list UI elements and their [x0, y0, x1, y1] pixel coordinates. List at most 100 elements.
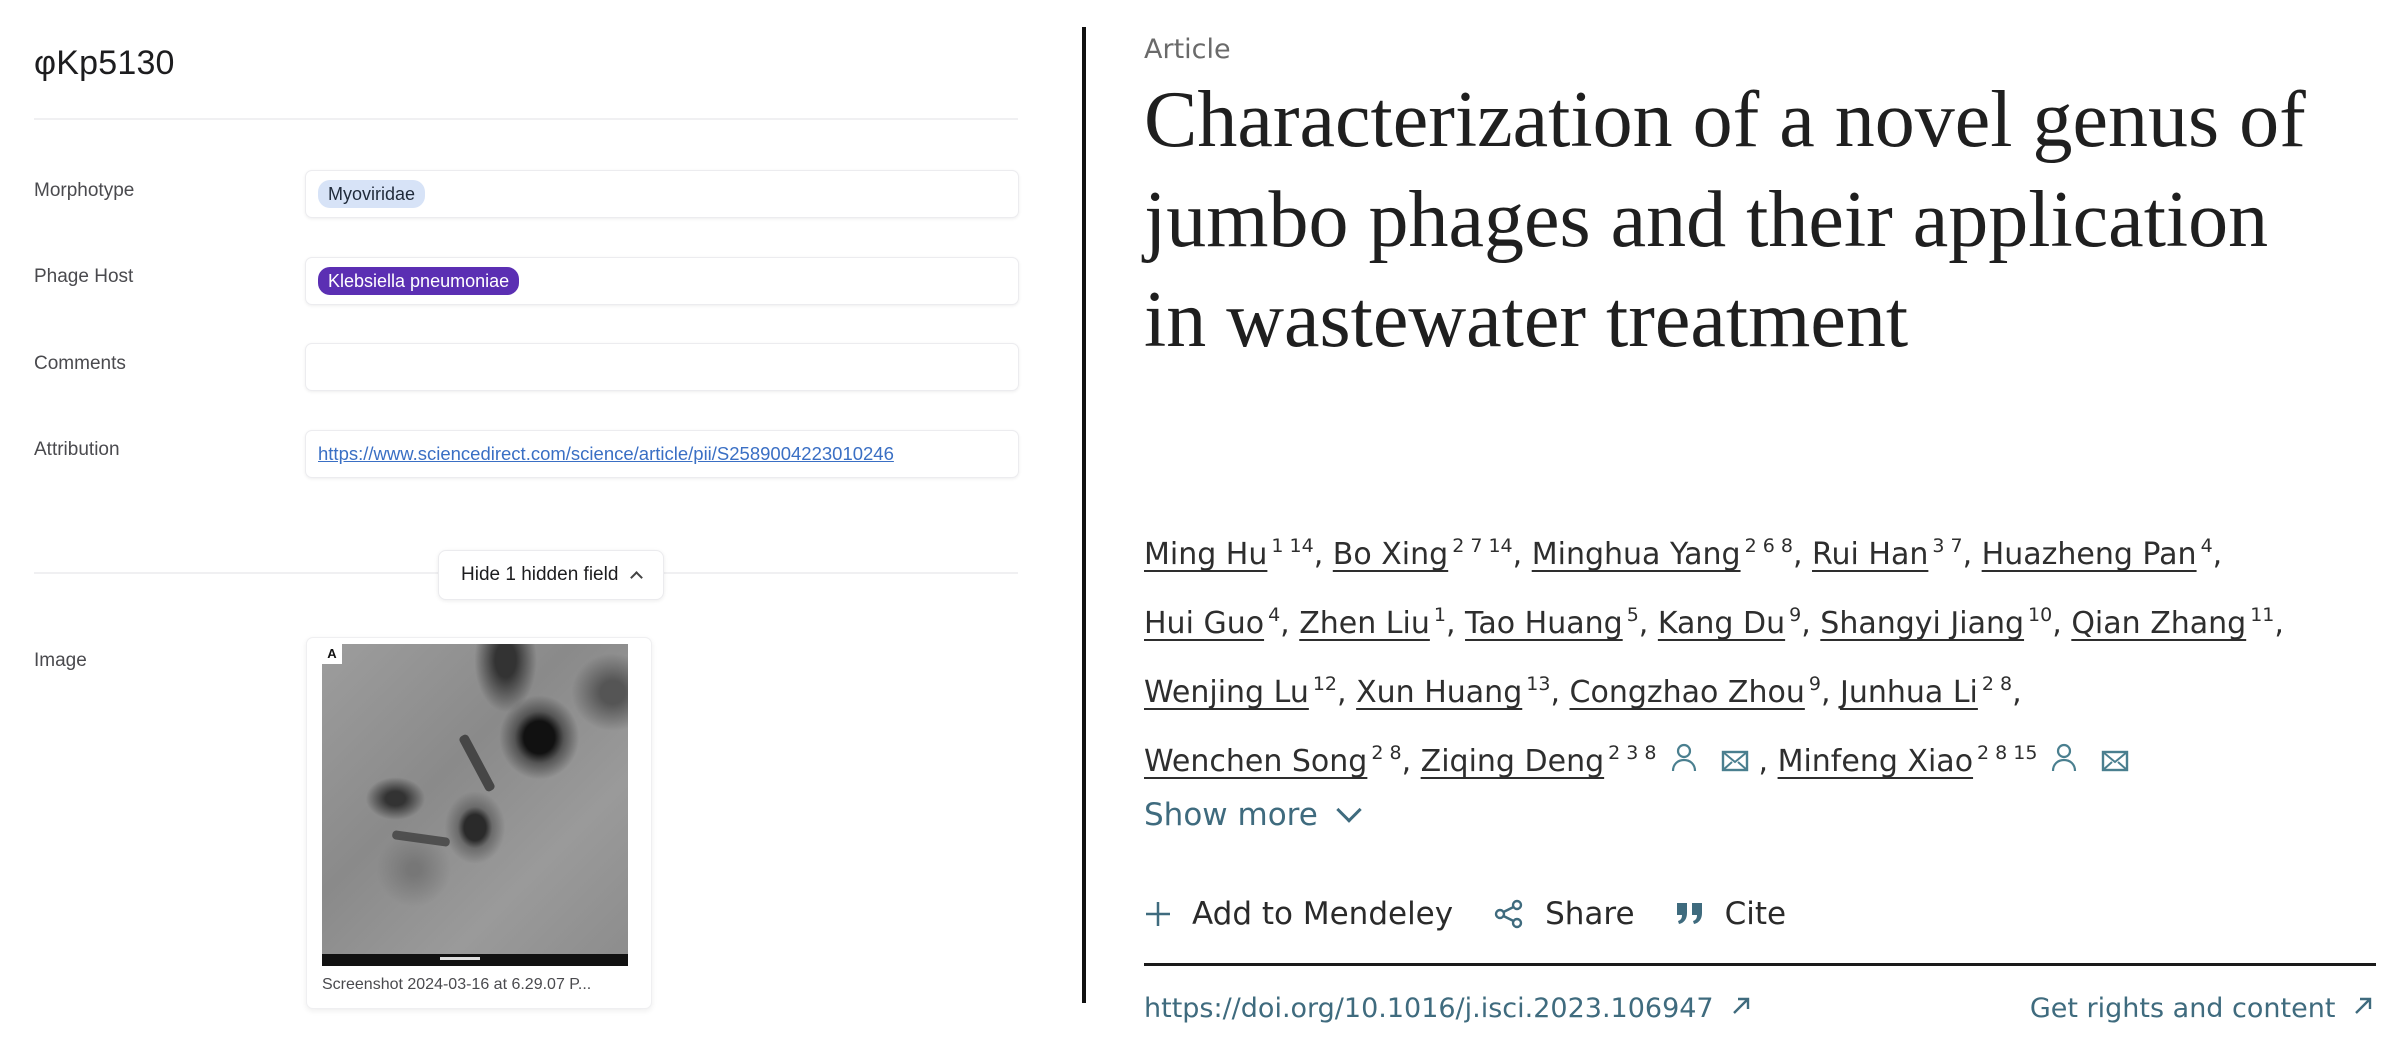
author-name-link[interactable]: Tao Huang	[1465, 606, 1623, 641]
author: Hui Guo 4	[1144, 604, 1280, 641]
hide-hidden-fields-button[interactable]: Hide 1 hidden field	[438, 550, 665, 600]
affiliation-superscript[interactable]: 2 8	[1982, 673, 2012, 695]
author-separator: ,	[1512, 537, 1532, 572]
affiliation-superscript[interactable]: 2 6 8	[1745, 535, 1793, 557]
author-name-link[interactable]: Rui Han	[1812, 537, 1928, 572]
author-name-link[interactable]: Minghua Yang	[1532, 537, 1741, 572]
author: Congzhao Zhou 9	[1570, 673, 1821, 710]
affiliation-superscript[interactable]: 11	[2250, 604, 2274, 626]
image-label: Image	[34, 650, 87, 671]
phage-tail-shape	[458, 733, 496, 793]
author-separator: ,	[1445, 606, 1466, 641]
cite-label: Cite	[1724, 896, 1787, 932]
show-more-button[interactable]: Show more	[1144, 797, 1362, 833]
get-rights-link[interactable]: Get rights and content	[2030, 993, 2374, 1024]
affiliation-superscript[interactable]: 12	[1313, 673, 1337, 695]
scale-bar	[322, 954, 628, 966]
share-button[interactable]: Share	[1493, 896, 1635, 932]
author-name-link[interactable]: Congzhao Zhou	[1570, 675, 1805, 710]
author-name-link[interactable]: Wenchen Song	[1144, 744, 1367, 779]
get-rights-text: Get rights and content	[2029, 993, 2336, 1024]
chevron-up-icon	[630, 571, 644, 584]
image-filename: Screenshot 2024-03-16 at 6.29.07 P...	[322, 976, 592, 993]
affiliation-superscript[interactable]: 4	[2201, 535, 2213, 557]
attribution-link[interactable]: https://www.sciencedirect.com/science/ar…	[318, 443, 894, 465]
morphotype-label: Morphotype	[34, 180, 135, 201]
share-icon	[1494, 899, 1523, 929]
author: Shangyi Jiang 10	[1820, 604, 2052, 641]
author-name-link[interactable]: Xun Huang	[1356, 675, 1522, 710]
author-name-link[interactable]: Wenjing Lu	[1144, 675, 1309, 710]
author-name-link[interactable]: Minfeng Xiao	[1778, 744, 1973, 779]
vertical-divider	[1082, 27, 1086, 1003]
phage-host-label: Phage Host	[34, 266, 134, 287]
quote-icon	[1676, 903, 1702, 924]
phage-micrograph-thumbnail[interactable]: A	[322, 644, 628, 966]
cite-button[interactable]: Cite	[1675, 896, 1787, 932]
affiliation-superscript[interactable]: 2 7 14	[1452, 535, 1512, 557]
doi-link[interactable]: https://doi.org/10.1016/j.isci.2023.1069…	[1144, 993, 1752, 1024]
author: Minghua Yang 2 6 8	[1532, 535, 1793, 572]
affiliation-superscript[interactable]: 9	[1789, 604, 1801, 626]
author-separator: ,	[1401, 744, 1421, 779]
attribution-label: Attribution	[34, 439, 120, 460]
author-separator: ,	[1337, 675, 1357, 710]
doi-text: https://doi.org/10.1016/j.isci.2023.1069…	[1144, 993, 1714, 1024]
author-name-link[interactable]: Shangyi Jiang	[1820, 606, 2024, 641]
affiliation-superscript[interactable]: 3 7	[1932, 535, 1962, 557]
author-name-link[interactable]: Zhen Liu	[1299, 606, 1430, 641]
affiliation-superscript[interactable]: 9	[1809, 673, 1821, 695]
author-separator: ,	[1758, 744, 1778, 779]
show-more-label: Show more	[1144, 797, 1318, 833]
morphotype-tag[interactable]: Myoviridae	[318, 180, 426, 208]
author: Kang Du 9	[1658, 604, 1801, 641]
affiliation-superscript[interactable]: 13	[1526, 673, 1550, 695]
affiliation-superscript[interactable]: 2 8 15	[1977, 742, 2037, 764]
affiliation-superscript[interactable]: 2 3 8	[1608, 742, 1656, 764]
affiliation-superscript[interactable]: 10	[2028, 604, 2052, 626]
author-name-link[interactable]: Junhua Li	[1840, 675, 1978, 710]
author-name-link[interactable]: Kang Du	[1658, 606, 1785, 641]
author-name-link[interactable]: Qian Zhang	[2071, 606, 2246, 641]
phage-host-tag[interactable]: Klebsiella pneumoniae	[318, 267, 520, 295]
author: Wenchen Song 2 8	[1144, 742, 1402, 779]
hide-hidden-fields-label: Hide 1 hidden field	[461, 564, 619, 585]
author-name-link[interactable]: Ziqing Deng	[1421, 744, 1604, 779]
author: Qian Zhang 11	[2071, 604, 2274, 641]
image-attachment-card[interactable]: A Screenshot 2024-03-16 at 6.29.07 P...	[306, 637, 652, 1009]
author-separator: ,	[1280, 606, 1300, 641]
author: Zhen Liu 1	[1299, 604, 1446, 641]
person-icon[interactable]	[2051, 733, 2077, 793]
author-separator: ,	[2012, 675, 2022, 710]
author-separator: ,	[2052, 606, 2072, 641]
author: Minfeng Xiao 2 8 15	[1778, 742, 2140, 779]
author-name-link[interactable]: Bo Xing	[1333, 537, 1448, 572]
author-separator: ,	[2212, 537, 2223, 572]
panel-letter: A	[322, 644, 342, 664]
record-title: φKp5130	[34, 44, 175, 82]
affiliation-superscript[interactable]: 4	[1268, 604, 1280, 626]
author-name-link[interactable]: Huazheng Pan	[1982, 537, 2197, 572]
affiliation-superscript[interactable]: 1 14	[1271, 535, 1313, 557]
plus-icon	[1146, 902, 1170, 926]
author-name-link[interactable]: Ming Hu	[1144, 537, 1267, 572]
author-list: Ming Hu 1 14, Bo Xing 2 7 14, Minghua Yang…	[1144, 516, 2374, 793]
author-separator: ,	[1801, 606, 1821, 641]
affiliation-superscript[interactable]: 5	[1627, 604, 1639, 626]
affiliation-superscript[interactable]: 2 8	[1371, 742, 1401, 764]
author-separator: ,	[2274, 606, 2284, 641]
phage-host-field[interactable]: Klebsiella pneumoniae	[305, 257, 1019, 305]
header-divider	[34, 118, 1018, 120]
morphotype-field[interactable]: Myoviridae	[305, 170, 1019, 218]
comments-label: Comments	[34, 353, 126, 374]
envelope-icon[interactable]	[2101, 733, 2129, 793]
envelope-icon[interactable]	[1721, 733, 1749, 793]
add-to-mendeley-label: Add to Mendeley	[1192, 896, 1454, 932]
author-name-link[interactable]: Hui Guo	[1144, 606, 1264, 641]
add-to-mendeley-button[interactable]: Add to Mendeley	[1144, 896, 1453, 932]
affiliation-superscript[interactable]: 1	[1434, 604, 1446, 626]
attribution-field[interactable]: https://www.sciencedirect.com/science/ar…	[305, 430, 1019, 478]
person-icon[interactable]	[1671, 733, 1697, 793]
comments-field[interactable]	[305, 343, 1019, 391]
external-link-icon	[1730, 993, 1752, 1024]
